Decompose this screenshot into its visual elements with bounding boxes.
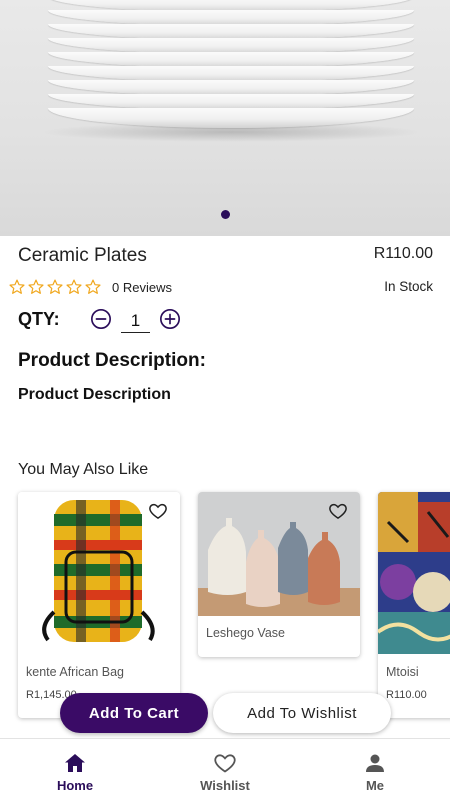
description-heading: Product Description: (18, 350, 206, 371)
fabric-image (378, 492, 450, 654)
person-icon (366, 754, 384, 772)
product-title: Ceramic Plates (18, 245, 147, 266)
related-products-heading: You May Also Like (18, 461, 149, 478)
home-icon (65, 754, 85, 772)
star-outline-icon (47, 279, 63, 294)
heart-outline-icon[interactable] (148, 501, 168, 521)
product-price: R110.00 (373, 245, 433, 262)
star-outline-icon (66, 279, 82, 294)
add-to-cart-button[interactable]: Add To Cart (60, 693, 208, 733)
related-product-card[interactable]: Mtoisi R110.00 (378, 492, 450, 718)
nav-item-home[interactable]: Home (0, 739, 150, 800)
nav-item-wishlist[interactable]: Wishlist (150, 739, 300, 800)
related-product-name: kente African Bag (26, 665, 124, 679)
nav-label-wishlist: Wishlist (200, 778, 250, 793)
star-outline-icon (28, 279, 44, 294)
related-product-price: R110.00 (386, 689, 427, 701)
quantity-input[interactable]: 1 (121, 311, 150, 333)
star-outline-icon (9, 279, 25, 294)
quantity-label: QTY: (18, 309, 60, 329)
heart-icon (214, 754, 236, 773)
related-product-card[interactable]: kente African Bag R1,145.00 (18, 492, 180, 718)
reviews-count[interactable]: 0 Reviews (112, 280, 172, 295)
description-text: Product Description (18, 386, 171, 403)
minus-circle-icon[interactable] (90, 308, 112, 330)
rating-stars[interactable] (8, 278, 102, 296)
stock-status: In Stock (384, 279, 433, 294)
add-to-wishlist-button[interactable]: Add To Wishlist (213, 693, 391, 733)
carousel-indicator-dot[interactable] (221, 210, 230, 219)
plus-circle-icon[interactable] (159, 308, 181, 330)
related-product-name: Mtoisi (386, 665, 419, 679)
related-product-card[interactable]: Leshego Vase (198, 492, 360, 657)
nav-label-me: Me (365, 778, 385, 793)
nav-item-me[interactable]: Me (300, 739, 450, 800)
nav-label-home: Home (56, 778, 94, 793)
product-image[interactable] (0, 0, 450, 236)
related-product-name: Leshego Vase (206, 626, 285, 640)
star-outline-icon (85, 279, 101, 294)
bottom-navigation: Home Wishlist Me (0, 738, 450, 800)
heart-outline-icon[interactable] (328, 501, 348, 521)
